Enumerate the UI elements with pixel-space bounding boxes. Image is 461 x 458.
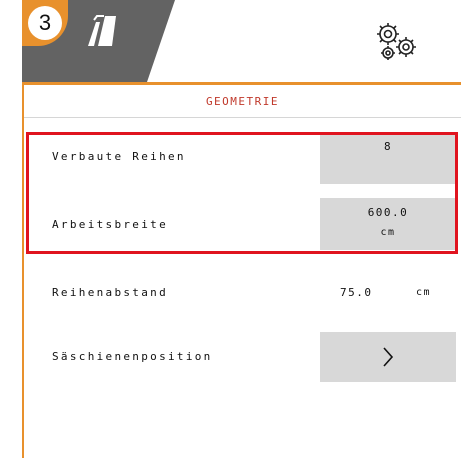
saeschienenposition-label: Säschienenposition <box>52 350 213 363</box>
saeschienenposition-button[interactable] <box>320 332 456 382</box>
seeder-frame-icon[interactable] <box>84 14 118 48</box>
title-divider <box>24 117 461 118</box>
reihenabstand-value: 75.0 <box>340 286 373 299</box>
highlight-frame <box>26 132 458 254</box>
step-number: 3 <box>28 6 62 40</box>
page-title: GEOMETRIE <box>205 95 280 108</box>
header-divider <box>147 82 461 85</box>
step-badge: 3 <box>22 0 68 46</box>
gears-icon[interactable] <box>371 20 423 62</box>
reihenabstand-label: Reihenabstand <box>52 286 168 299</box>
header-tab: 3 <box>22 0 175 85</box>
left-accent-border <box>22 85 24 458</box>
chevron-right-icon <box>383 347 394 367</box>
reihenabstand-unit: cm <box>416 287 432 298</box>
header-bar: 3 <box>22 0 461 85</box>
